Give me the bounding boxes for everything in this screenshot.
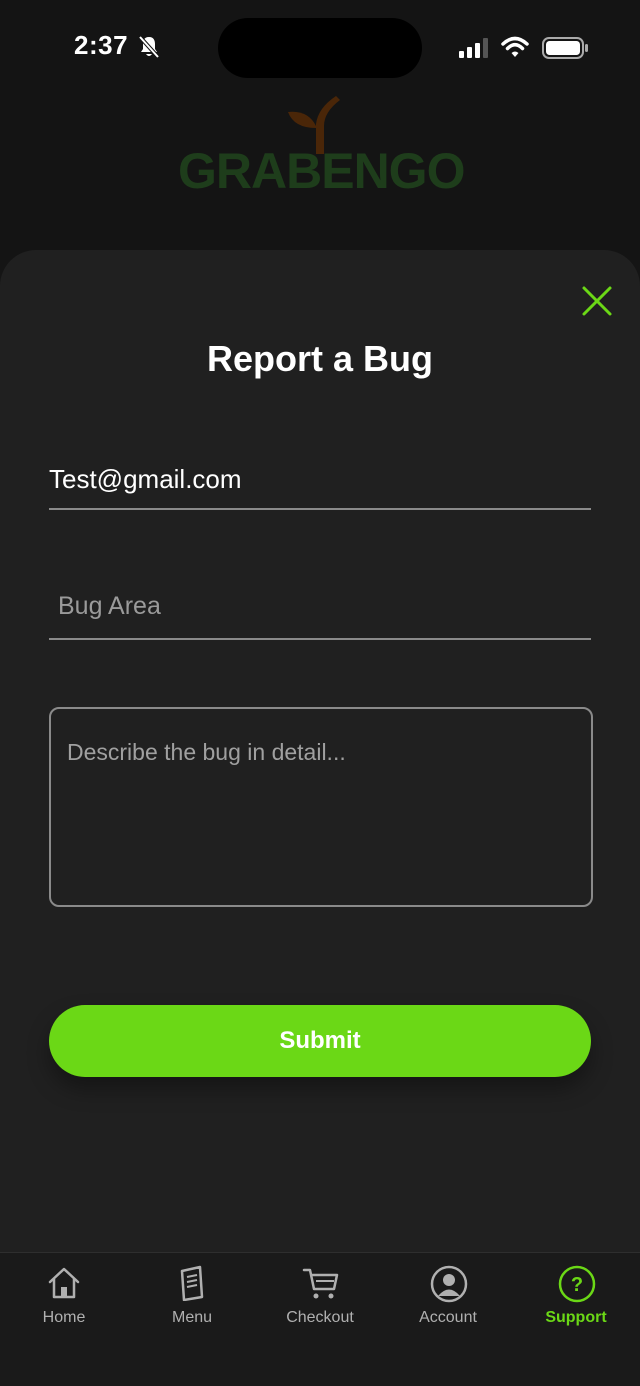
bell-muted-icon [138, 35, 160, 59]
tab-checkout[interactable]: Checkout [256, 1253, 384, 1353]
submit-button[interactable]: Submit [49, 1005, 591, 1077]
bug-description-placeholder: Describe the bug in detail... [67, 739, 346, 765]
tab-home[interactable]: Home [0, 1253, 128, 1353]
bug-area-placeholder: Bug Area [58, 592, 161, 620]
bug-area-field[interactable]: Bug Area [49, 578, 591, 640]
tab-bar: Home Menu Checkout Account ? Support [0, 1252, 640, 1386]
email-value: Test@gmail.com [49, 464, 242, 494]
email-field[interactable]: Test@gmail.com [49, 452, 591, 510]
page-title: Report a Bug [206, 338, 433, 379]
tab-label: Home [42, 1309, 86, 1326]
close-icon[interactable] [580, 284, 614, 318]
brand-logo: GRABENGO [178, 94, 465, 204]
dynamic-island [218, 18, 422, 78]
battery-icon [542, 37, 588, 59]
wifi-icon [501, 36, 529, 57]
home-icon [48, 1267, 80, 1299]
brand-name: GRABENGO [178, 143, 465, 199]
tab-label: Menu [171, 1309, 213, 1326]
status-bar: 2:37 [0, 0, 640, 96]
tab-support[interactable]: ? Support [512, 1253, 640, 1353]
tab-account[interactable]: Account [384, 1253, 512, 1353]
bug-description-field[interactable]: Describe the bug in detail... [49, 707, 593, 907]
signal-icon [459, 38, 488, 58]
cart-icon [302, 1268, 339, 1299]
tab-menu[interactable]: Menu [128, 1253, 256, 1353]
status-time: 2:37 [74, 30, 129, 60]
help-circle-icon: ? [558, 1265, 596, 1303]
tab-label: Checkout [286, 1309, 354, 1326]
svg-text:?: ? [571, 1274, 583, 1296]
tab-label: Support [545, 1309, 607, 1326]
tab-label: Account [419, 1309, 477, 1326]
menu-book-icon [180, 1265, 204, 1301]
account-icon [430, 1265, 468, 1303]
